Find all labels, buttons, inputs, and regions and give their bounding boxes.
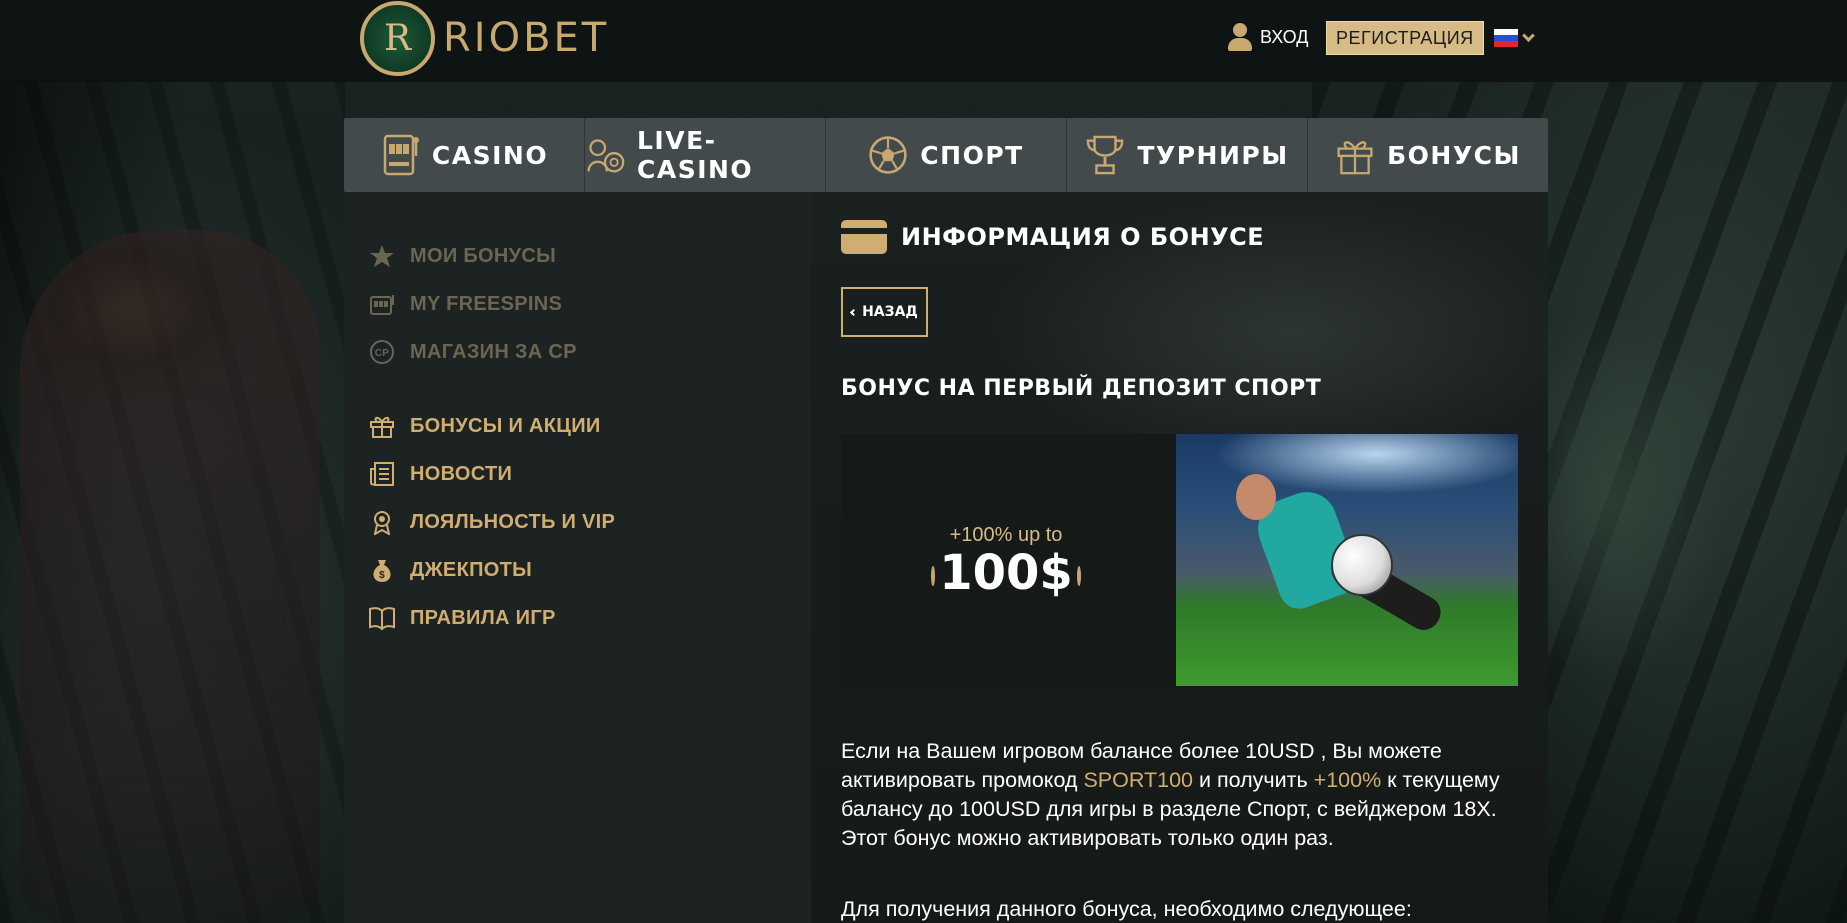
credit-card-icon [841, 220, 887, 254]
award-icon [368, 508, 396, 536]
promo-banner[interactable]: +100% up to 100$ [841, 434, 1518, 686]
bonus-percent: +100% [1313, 768, 1382, 792]
sidebar-item-label: ПРАВИЛА ИГР [410, 606, 556, 629]
nav-bonuses-label: БОНУСЫ [1387, 140, 1521, 170]
nav-sport-label: СПОРТ [920, 140, 1024, 170]
bonus-requirements-heading: Для получения данного бонуса, необходимо… [841, 897, 1412, 921]
live-dealer-icon [585, 132, 625, 178]
background-girl-figure [20, 230, 320, 923]
nav-casino-label: CASINO [431, 140, 549, 170]
user-icon [1226, 22, 1254, 52]
login-button[interactable]: ВХОД [1226, 22, 1308, 52]
gift-icon [368, 412, 396, 440]
sidebar-item-news[interactable]: НОВОСТИ [368, 460, 512, 488]
language-selector[interactable] [1494, 28, 1535, 47]
money-bag-icon: $ [368, 556, 396, 584]
coin-icon [1076, 566, 1081, 586]
nav-tournaments-label: ТУРНИРЫ [1137, 140, 1289, 170]
nav-sport[interactable]: СПОРТ [826, 118, 1067, 192]
svg-text:$: $ [379, 570, 385, 581]
top-header: R RIOBET ВХОД РЕГИСТРАЦИЯ [0, 0, 1847, 82]
sidebar-item-label: НОВОСТИ [410, 462, 513, 485]
star-icon [368, 242, 396, 270]
register-button[interactable]: РЕГИСТРАЦИЯ [1326, 21, 1484, 55]
sidebar-item-my-freespins[interactable]: MY FREESPINS [368, 290, 562, 318]
sidebar-item-label: МОИ БОНУСЫ [410, 244, 556, 267]
promo-amount: 100$ [931, 545, 1081, 601]
sidebar-item-my-bonuses[interactable]: МОИ БОНУСЫ [368, 242, 556, 270]
sidebar-item-jackpots[interactable]: $ ДЖЕКПОТЫ [368, 556, 532, 584]
nav-live-casino[interactable]: LIVE-CASINO [585, 118, 826, 192]
coin-icon [931, 566, 936, 586]
nav-tournaments[interactable]: ТУРНИРЫ [1067, 118, 1308, 192]
soccer-ball-icon [1331, 534, 1393, 596]
sidebar-item-label: МАГАЗИН ЗА СР [410, 340, 577, 363]
trophy-icon [1085, 132, 1125, 178]
back-button-label: НАЗАД [862, 304, 918, 320]
sidebar-item-label: ДЖЕКПОТЫ [410, 558, 532, 581]
nav-bonuses[interactable]: БОНУСЫ [1308, 118, 1548, 192]
promo-offer: +100% up to 100$ [931, 524, 1081, 601]
sidebar-item-game-rules[interactable]: ПРАВИЛА ИГР [368, 604, 556, 632]
login-label: ВХОД [1260, 26, 1309, 47]
logo-emblem-icon: R [360, 0, 435, 76]
russian-flag-icon [1494, 29, 1518, 47]
cp-coin-icon: CP [368, 338, 396, 366]
sidebar: МОИ БОНУСЫ MY FREESPINS CP МАГАЗИН ЗА СР… [344, 192, 811, 923]
gift-icon [1335, 132, 1375, 178]
page-title-text: ИНФОРМАЦИЯ О БОНУСЕ [901, 223, 1265, 251]
chevron-left-icon [850, 308, 858, 316]
svg-text:CP: CP [375, 348, 390, 359]
page-title: ИНФОРМАЦИЯ О БОНУСЕ [841, 220, 1264, 254]
nav-live-casino-label: LIVE-CASINO [637, 126, 754, 184]
sidebar-item-label: ЛОЯЛЬНОСТЬ И VIP [410, 510, 616, 533]
back-button[interactable]: НАЗАД [841, 287, 928, 337]
sidebar-item-loyalty-vip[interactable]: ЛОЯЛЬНОСТЬ И VIP [368, 508, 615, 536]
main-navigation: CASINO LIVE-CASINO СПОРТ ТУРНИРЫ БОНУСЫ [344, 118, 1548, 192]
sidebar-item-bonuses-promos[interactable]: БОНУСЫ И АКЦИИ [368, 412, 601, 440]
brand-name: RIOBET [443, 15, 610, 61]
slot-machine-icon [380, 132, 420, 178]
promo-amount-value: 100$ [939, 545, 1073, 601]
slot-machine-icon [368, 290, 396, 318]
bonus-info-panel: ИНФОРМАЦИЯ О БОНУСЕ НАЗАД БОНУС НА ПЕРВЫ… [811, 192, 1548, 923]
promo-subtitle: +100% up to [949, 524, 1063, 546]
sidebar-item-cp-shop[interactable]: CP МАГАЗИН ЗА СР [368, 338, 577, 366]
soccer-ball-icon [868, 132, 908, 178]
book-icon [368, 604, 396, 632]
sidebar-item-label: БОНУСЫ И АКЦИИ [410, 414, 601, 437]
bonus-description: Если на Вашем игровом балансе более 10US… [841, 739, 1500, 850]
nav-casino[interactable]: CASINO [344, 118, 585, 192]
bonus-title: БОНУС НА ПЕРВЫЙ ДЕПОЗИТ СПОРТ [841, 376, 1322, 401]
soccer-player-image [1176, 434, 1518, 686]
news-icon [368, 460, 396, 488]
brand-logo[interactable]: R RIOBET [360, 0, 609, 76]
promo-code: SPORT100 [1083, 768, 1194, 792]
sidebar-item-label: MY FREESPINS [410, 292, 563, 315]
chevron-down-icon [1522, 28, 1535, 42]
